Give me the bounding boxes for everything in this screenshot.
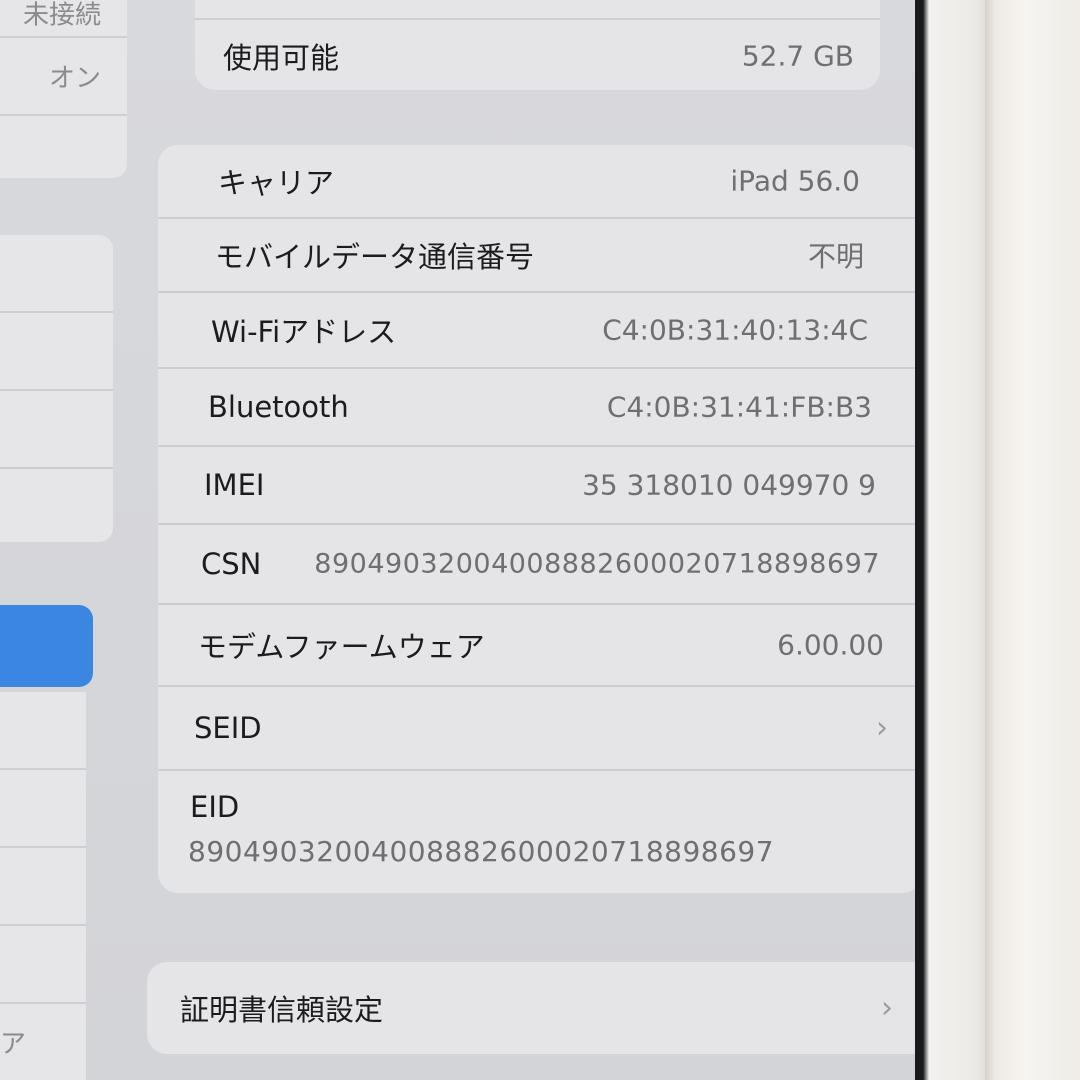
device-bezel xyxy=(915,0,985,1080)
sidebar-group-middle xyxy=(0,235,113,542)
eid-label: EID xyxy=(190,790,240,824)
sidebar-row-on[interactable]: オン xyxy=(0,38,127,116)
bluetooth-value: C4:0B:31:41:FB:B3 xyxy=(606,390,872,424)
mobile-number-label: モバイルデータ通信番号 xyxy=(215,240,535,274)
sidebar-on-text: オン xyxy=(48,63,101,94)
info-row-seid[interactable]: SEID › xyxy=(158,687,915,771)
sidebar-group-bottom: ア xyxy=(0,692,86,1080)
mobile-number-value: 不明 xyxy=(807,240,864,273)
sidebar-row[interactable] xyxy=(0,848,86,926)
info-row-modem-firmware: モデムファームウェア 6.00.00 xyxy=(158,605,915,687)
settings-screen: 未接続 オン ア 使用可能 52.7 GB キャリア iPad 56.0 モバイ… xyxy=(0,0,915,1080)
csn-value: 89049032004008882600020718898697 xyxy=(314,548,880,580)
sidebar-row[interactable] xyxy=(0,313,113,391)
bluetooth-label: Bluetooth xyxy=(208,390,349,424)
info-row-wifi-address: Wi-Fiアドレス C4:0B:31:40:13:4C xyxy=(158,293,915,369)
sidebar-row[interactable] xyxy=(0,926,86,1004)
info-row-mobile-number: モバイルデータ通信番号 不明 xyxy=(158,219,915,293)
sidebar-status-text: 未接続 xyxy=(22,0,101,31)
certificate-trust-label: 証明書信頼設定 xyxy=(180,993,384,1027)
device-chassis xyxy=(985,0,1080,1080)
imei-value: 35 318010 049970 9 xyxy=(582,468,876,502)
imei-label: IMEI xyxy=(204,468,265,502)
certificate-trust-card[interactable]: 証明書信頼設定 › xyxy=(147,962,915,1054)
info-row-csn: CSN 89049032004008882600020718898697 xyxy=(158,525,915,605)
sidebar-row[interactable] xyxy=(0,770,86,848)
seid-label: SEID xyxy=(194,711,262,745)
sidebar-row[interactable] xyxy=(0,469,113,542)
sidebar-row[interactable]: ア xyxy=(0,1004,86,1080)
wifi-address-value: C4:0B:31:40:13:4C xyxy=(602,313,868,347)
eid-value: 89049032004008882600020718898697 xyxy=(188,835,775,868)
storage-available-value: 52.7 GB xyxy=(741,39,854,73)
info-row-carrier: キャリア iPad 56.0 xyxy=(158,145,915,219)
sidebar-row[interactable] xyxy=(0,235,113,313)
info-row-bluetooth: Bluetooth C4:0B:31:41:FB:B3 xyxy=(158,369,915,447)
storage-available-row: 使用可能 52.7 GB xyxy=(195,18,880,90)
sidebar-row-status[interactable]: 未接続 xyxy=(0,0,127,38)
storage-available-label: 使用可能 xyxy=(223,41,340,75)
chevron-right-icon: › xyxy=(876,710,888,746)
sidebar-partial-text: ア xyxy=(0,1029,27,1060)
carrier-label: キャリア xyxy=(218,166,335,200)
device-info-card: キャリア iPad 56.0 モバイルデータ通信番号 不明 Wi-Fiアドレス … xyxy=(158,145,915,893)
chevron-right-icon: › xyxy=(881,990,893,1026)
modem-firmware-value: 6.00.00 xyxy=(777,628,884,662)
modem-firmware-label: モデムファームウェア xyxy=(198,630,485,664)
sidebar-row[interactable] xyxy=(0,391,113,469)
info-row-imei: IMEI 35 318010 049970 9 xyxy=(158,447,915,525)
sidebar-row-empty[interactable] xyxy=(0,116,127,178)
wifi-address-label: Wi-Fiアドレス xyxy=(211,315,397,349)
sidebar-row[interactable] xyxy=(0,692,86,770)
sidebar-group-top: 未接続 オン xyxy=(0,0,127,178)
csn-label: CSN xyxy=(201,547,262,581)
storage-card: 使用可能 52.7 GB xyxy=(195,0,880,90)
carrier-value: iPad 56.0 xyxy=(730,164,860,198)
sidebar-item-selected[interactable] xyxy=(0,605,93,687)
